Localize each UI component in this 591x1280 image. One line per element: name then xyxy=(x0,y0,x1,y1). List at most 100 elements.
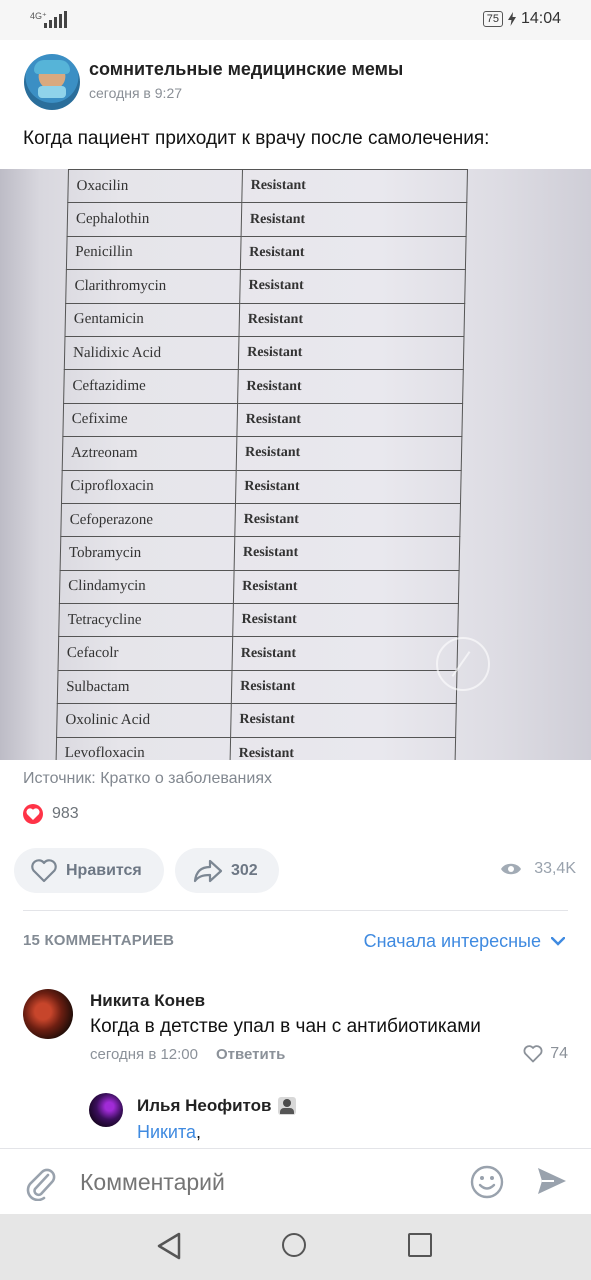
drug-name-cell: Sulbactam xyxy=(57,670,232,704)
table-row: Cefoperazone Resistant xyxy=(60,503,461,537)
attach-icon[interactable] xyxy=(24,1165,56,1201)
heart-icon xyxy=(523,1045,543,1063)
group-avatar[interactable] xyxy=(24,54,80,110)
result-cell: Resistant xyxy=(237,369,464,404)
person-emoji-icon xyxy=(277,1097,296,1115)
comment-author-avatar[interactable] xyxy=(23,989,73,1039)
result-cell: Resistant xyxy=(235,470,462,504)
post-time: сегодня в 9:27 xyxy=(89,85,183,101)
drug-name-cell: Ciprofloxacin xyxy=(61,470,237,504)
status-bar: 4G⁺ 75 14:04 xyxy=(0,0,591,40)
drug-name-cell: Cefoperazone xyxy=(60,503,236,537)
drug-name-cell: Aztreonam xyxy=(62,436,237,471)
reply-author-name: Илья Неофитов xyxy=(137,1096,272,1115)
send-icon[interactable] xyxy=(536,1166,568,1196)
table-row: Ciprofloxacin Resistant xyxy=(61,470,462,504)
comments-sort-dropdown[interactable]: Сначала интересные xyxy=(364,931,565,952)
comments-count: 15 КОММЕНТАРИЕВ xyxy=(23,932,175,949)
comment-input[interactable] xyxy=(80,1169,460,1196)
heart-filled-icon xyxy=(23,804,43,824)
reply-mention-link[interactable]: Никита xyxy=(137,1122,196,1142)
likes-count: 983 xyxy=(52,805,79,822)
group-name[interactable]: сомнительные медицинские мемы xyxy=(89,59,403,80)
table-row: Clindamycin Resistant xyxy=(59,570,460,604)
result-cell: Resistant xyxy=(238,303,465,337)
likes-summary[interactable]: 983 xyxy=(23,804,79,824)
drug-name-cell: Penicillin xyxy=(66,236,242,270)
comment-like-count: 74 xyxy=(550,1045,568,1062)
table-row: Gentamicin Resistant xyxy=(64,303,465,337)
home-icon[interactable] xyxy=(282,1233,306,1257)
drug-name-cell: Oxacilin xyxy=(67,169,243,203)
views-count: 33,4K xyxy=(534,860,576,877)
result-cell: Resistant xyxy=(230,703,457,738)
post-photo[interactable]: Oxacilin Resistant Cephalothin Resistant Pen… xyxy=(0,169,591,760)
table-row: Aztreonam Resistant xyxy=(62,436,462,471)
post-text: Когда пациент приходит к врачу после сам… xyxy=(23,128,490,149)
emoji-icon[interactable] xyxy=(470,1165,504,1199)
table-row: Cefixime Resistant xyxy=(62,403,463,437)
clock: 14:04 xyxy=(520,10,561,27)
post-source[interactable]: Источник: Кратко о заболеваниях xyxy=(23,770,272,788)
drug-name-cell: Tobramycin xyxy=(60,536,235,571)
drug-name-cell: Clarithromycin xyxy=(65,269,241,304)
drug-name-cell: Cephalothin xyxy=(67,202,242,237)
table-row: Cephalothin Resistant xyxy=(67,202,467,237)
drug-name-cell: Tetracycline xyxy=(58,603,234,637)
drug-name-cell: Levofloxacin xyxy=(55,737,231,760)
result-cell: Resistant xyxy=(233,570,460,604)
drug-name-cell: Clindamycin xyxy=(59,570,235,604)
views-counter: 33,4K xyxy=(500,860,576,878)
table-row: Penicillin Resistant xyxy=(66,236,467,270)
reply-button[interactable]: Ответить xyxy=(216,1046,285,1063)
reply-author-avatar[interactable] xyxy=(89,1093,123,1127)
recents-icon[interactable] xyxy=(408,1233,432,1257)
result-cell: Resistant xyxy=(239,269,466,304)
drug-name-cell: Oxolinic Acid xyxy=(56,703,232,738)
watermark-icon xyxy=(436,637,490,691)
system-nav-bar xyxy=(0,1214,591,1280)
drug-name-cell: Gentamicin xyxy=(64,303,240,337)
result-cell: Resistant xyxy=(241,169,468,203)
drug-name-cell: Cefixime xyxy=(62,403,238,437)
drug-name-cell: Nalidixic Acid xyxy=(64,336,239,370)
reply-suffix: , xyxy=(196,1122,202,1142)
share-button[interactable]: 302 xyxy=(175,848,279,893)
result-cell: Resistant xyxy=(238,336,464,370)
table-row: Ceftazidime Resistant xyxy=(63,369,464,404)
result-cell: Resistant xyxy=(232,603,459,637)
result-cell: Resistant xyxy=(231,670,457,704)
sort-label: Сначала интересные xyxy=(363,931,541,951)
reply-author[interactable]: Илья Неофитов xyxy=(137,1096,296,1116)
charging-icon xyxy=(507,12,516,26)
heart-icon xyxy=(31,858,57,882)
drug-name-cell: Ceftazidime xyxy=(63,369,239,404)
table-row: Oxacilin Resistant xyxy=(67,169,468,203)
table-row: Sulbactam Resistant xyxy=(57,670,457,704)
result-cell: Resistant xyxy=(240,236,467,270)
like-label: Нравится xyxy=(66,861,142,879)
comment-meta: сегодня в 12:00 Ответить xyxy=(90,1046,285,1063)
result-cell: Resistant xyxy=(234,503,461,537)
back-icon[interactable] xyxy=(156,1232,182,1260)
table-row: Cefacolr Resistant xyxy=(57,636,458,671)
comment-author-name[interactable]: Никита Конев xyxy=(90,991,205,1011)
eye-icon xyxy=(501,863,522,875)
result-cell: Resistant xyxy=(241,202,467,237)
table-row: Oxolinic Acid Resistant xyxy=(56,703,457,738)
reply-text: Никита, xyxy=(137,1122,201,1143)
antibiotic-table: Oxacilin Resistant Cephalothin Resistant Pen… xyxy=(55,169,468,760)
battery-icon: 75 xyxy=(482,11,503,27)
comment-composer xyxy=(0,1148,591,1215)
divider xyxy=(23,910,568,911)
result-cell: Resistant xyxy=(236,436,462,471)
table-row: Tobramycin Resistant xyxy=(60,536,460,571)
drug-name-cell: Cefacolr xyxy=(57,636,233,671)
comment-like-button[interactable]: 74 xyxy=(523,1045,568,1063)
table-row: Clarithromycin Resistant xyxy=(65,269,466,304)
comment-text: Когда в детстве упал в чан с антибиотика… xyxy=(90,1016,481,1037)
chevron-down-icon xyxy=(551,937,565,946)
table-row: Nalidixic Acid Resistant xyxy=(64,336,464,370)
like-button[interactable]: Нравится xyxy=(14,848,164,893)
result-cell: Resistant xyxy=(234,536,460,571)
